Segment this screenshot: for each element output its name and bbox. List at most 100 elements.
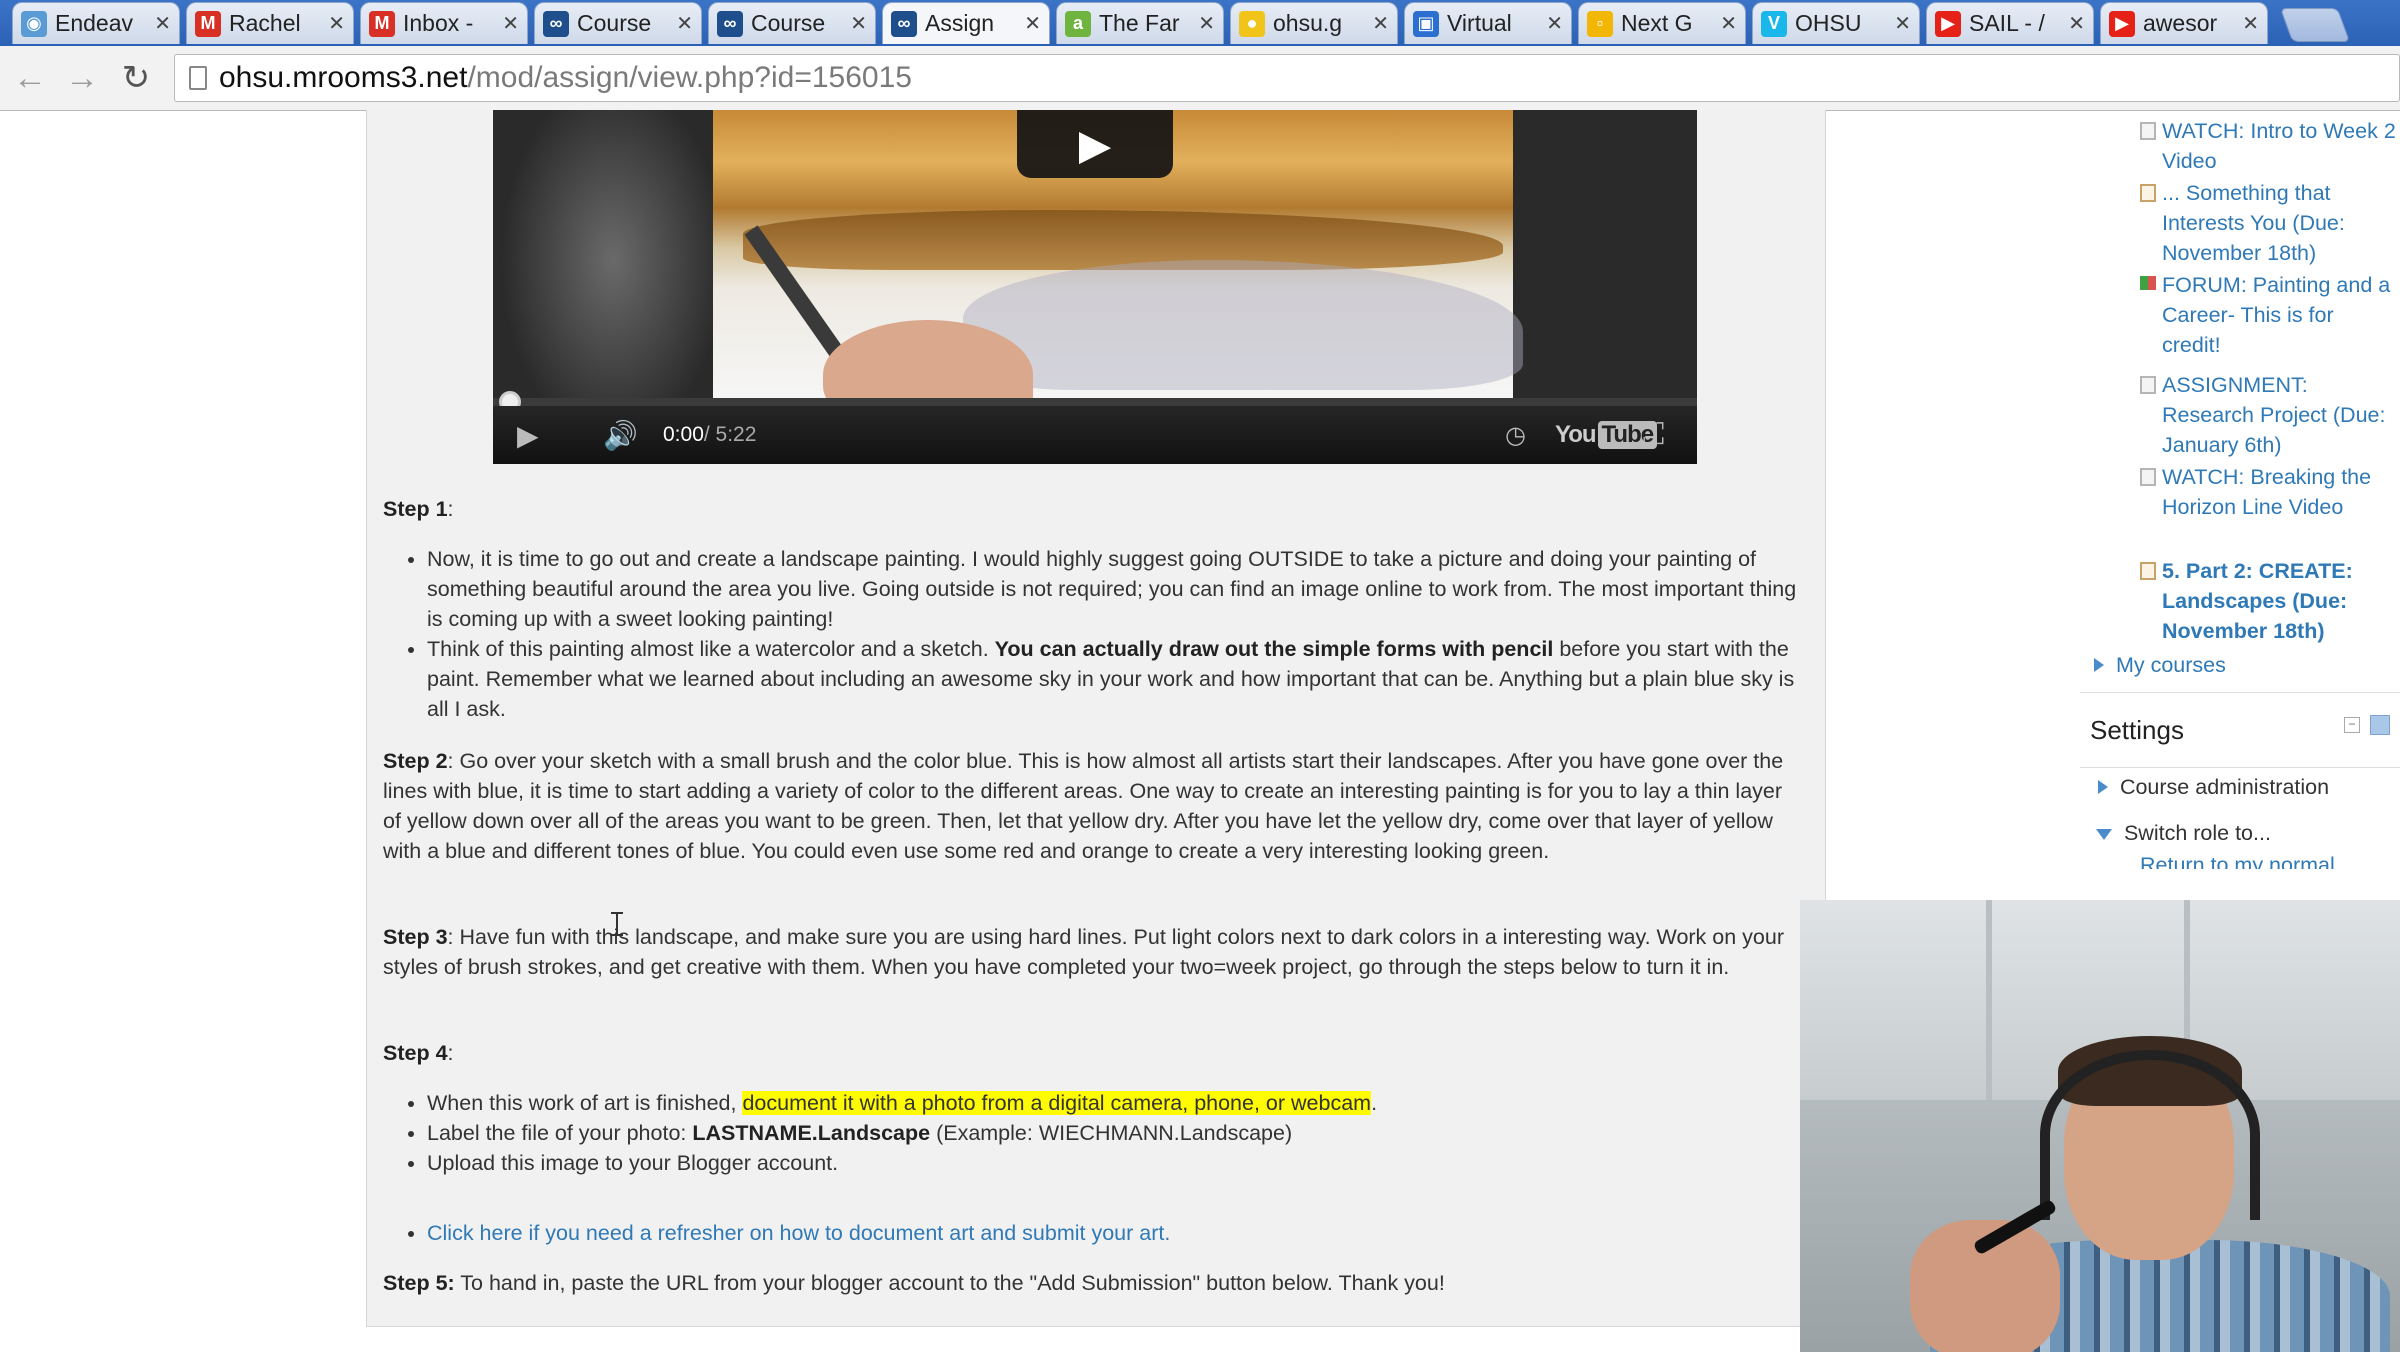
sidebar-item-research-project[interactable]: ASSIGNMENT: Research Project (Due: Janua… (2140, 370, 2398, 460)
video-time-current: 0:00 (663, 423, 704, 446)
dock-icon[interactable] (2370, 715, 2390, 735)
sidebar-item-watch-intro[interactable]: WATCH: Intro to Week 2 Video (2140, 116, 2398, 176)
tab-title: Inbox - (403, 10, 474, 36)
sidebar-item-label: ASSIGNMENT: Research Project (Due: Janua… (2162, 373, 2386, 457)
close-tab-icon[interactable]: ✕ (1198, 11, 1215, 36)
close-tab-icon[interactable]: ✕ (1720, 11, 1737, 36)
step4-list: When this work of art is finished, docum… (383, 1088, 1803, 1178)
tab-12[interactable]: ▶ awesor ✕ (2100, 2, 2268, 44)
step4-link-list: Click here if you need a refresher on ho… (383, 1218, 1803, 1248)
youtube-logo[interactable]: You Tube (1555, 406, 1658, 464)
step1-heading: Step 1: (383, 494, 1803, 524)
tab-title: Course (577, 10, 652, 36)
tab-title: Course (751, 10, 826, 36)
close-tab-icon[interactable]: ✕ (1546, 11, 1563, 36)
close-tab-icon[interactable]: ✕ (676, 11, 693, 36)
step1-label: Step 1 (383, 497, 448, 521)
step4-bullet-2: Label the file of your photo: LASTNAME.L… (427, 1118, 1803, 1148)
close-tab-icon[interactable]: ✕ (2068, 11, 2085, 36)
back-arrow-icon[interactable]: ← (10, 58, 50, 98)
return-to-normal-link[interactable]: Return to my normal (2140, 853, 2335, 869)
tab-7[interactable]: ● ohsu.g ✕ (1230, 2, 1398, 44)
globe-people-icon: ◉ (21, 10, 47, 37)
close-tab-icon[interactable]: ✕ (850, 11, 867, 36)
document-art-link[interactable]: Click here if you need a refresher on ho… (427, 1221, 1170, 1245)
assignment-content: ▶ ▶ 🔊 0:00 / 5:22 ◷ YouTube ⛶ Step 1: No… (366, 110, 1826, 1327)
step4-colon: : (447, 1041, 454, 1065)
url-path: /mod/assign/view.php?id=156015 (467, 61, 912, 94)
assignment-icon (2140, 184, 2156, 202)
close-tab-icon[interactable]: ✕ (1372, 11, 1389, 36)
course-administration-label: Course administration (2119, 775, 2330, 799)
sidebar-item-label: WATCH: Breaking the Horizon Line Video (2162, 465, 2372, 519)
play-icon[interactable]: ▶ (517, 406, 539, 464)
gmail-icon: M (195, 10, 221, 37)
page-icon (2140, 376, 2156, 394)
tab-title: Assign (925, 10, 995, 36)
step1-colon: : (447, 497, 454, 521)
sidebar-item-create-landscapes[interactable]: 5. Part 2: CREATE: Landscapes (Due: Nove… (2140, 556, 2398, 646)
moodlerooms-icon: ∞ (543, 10, 569, 37)
close-tab-icon[interactable]: ✕ (328, 11, 345, 36)
close-tab-icon[interactable]: ✕ (1024, 11, 1041, 36)
tab-5[interactable]: ∞ Assign ✕ (882, 2, 1050, 44)
close-tab-icon[interactable]: ✕ (502, 11, 519, 36)
step4-bullet-3: Upload this image to your Blogger accoun… (427, 1148, 1803, 1178)
step5-label: Step 5: (383, 1271, 455, 1295)
video-player[interactable]: ▶ ▶ 🔊 0:00 / 5:22 ◷ You Tube ⛶ (493, 110, 1697, 464)
video-progress-bar[interactable] (493, 398, 1697, 406)
step1-bullet-1: Now, it is time to go out and create a l… (427, 544, 1803, 634)
tab-11[interactable]: ▶ SAIL - / ✕ (1926, 2, 2094, 44)
sidebar-item-something-interests[interactable]: ... Something that Interests You (Due: N… (2140, 178, 2398, 268)
gmail-icon: M (369, 10, 395, 37)
settings-title: Settings (2090, 715, 2184, 745)
tab-2[interactable]: M Inbox - ✕ (360, 2, 528, 44)
sidebar-item-forum[interactable]: FORUM: Painting and a Career- This is fo… (2140, 270, 2398, 360)
step1-bullet-2: Think of this painting almost like a wat… (427, 634, 1803, 724)
course-administration-item[interactable]: Course administration (2098, 775, 2329, 800)
step3-paragraph: Step 3: Have fun with this landscape, an… (383, 922, 1803, 982)
tab-9[interactable]: ▫ Next G ✕ (1578, 2, 1746, 44)
tab-3[interactable]: ∞ Course ✕ (534, 2, 702, 44)
big-play-icon[interactable]: ▶ (1017, 110, 1173, 178)
step4-bullet-1-end: . (1371, 1091, 1378, 1115)
forward-arrow-icon[interactable]: → (62, 58, 102, 98)
close-tab-icon[interactable]: ✕ (154, 11, 171, 36)
collapse-icon[interactable]: − (2344, 717, 2360, 733)
tab-1[interactable]: M Rachel ✕ (186, 2, 354, 44)
tab-title: Endeav (55, 10, 134, 36)
youtube-icon: ▶ (2109, 10, 2135, 37)
triangle-right-icon (2098, 780, 2108, 794)
tab-8[interactable]: ▣ Virtual ✕ (1404, 2, 1572, 44)
vimeo-icon: V (1761, 10, 1787, 37)
chat-icon: ▣ (1413, 10, 1439, 37)
close-tab-icon[interactable]: ✕ (2242, 11, 2259, 36)
close-tab-icon[interactable]: ✕ (1894, 11, 1911, 36)
sidebar-item-label: ... Something that Interests You (Due: N… (2162, 181, 2345, 265)
switch-role-item[interactable]: Switch role to... (2096, 821, 2271, 846)
tab-title: ohsu.g (1273, 10, 1343, 36)
assignment-icon (2140, 562, 2156, 580)
step4-bullet-1-text: When this work of art is finished, (427, 1091, 743, 1115)
sidebar-item-horizon-video[interactable]: WATCH: Breaking the Horizon Line Video (2140, 462, 2398, 522)
moodlerooms-icon: ∞ (717, 10, 743, 37)
reload-icon[interactable]: ↻ (116, 58, 156, 98)
my-courses-label: My courses (2115, 653, 2226, 677)
address-bar[interactable]: ohsu.mrooms3.net/mod/assign/view.php?id=… (174, 54, 2400, 102)
headset-icon (2040, 1050, 2260, 1220)
tab-0[interactable]: ◉ Endeav ✕ (12, 2, 180, 44)
tab-10[interactable]: V OHSU ✕ (1752, 2, 1920, 44)
fullscreen-icon[interactable]: ⛶ (1643, 406, 1664, 464)
video-time-total: / 5:22 (703, 423, 757, 446)
step4-bullet-2-bold: LASTNAME.Landscape (692, 1121, 931, 1145)
volume-icon[interactable]: 🔊 (603, 406, 638, 464)
lightbulb-icon: ● (1239, 10, 1265, 37)
text-cursor-icon (611, 912, 623, 936)
my-courses-link[interactable]: My courses (2094, 650, 2394, 680)
watch-later-icon[interactable]: ◷ (1505, 406, 1526, 464)
step1-bullet-2-text: Think of this painting almost like a wat… (427, 637, 995, 661)
tab-4[interactable]: ∞ Course ✕ (708, 2, 876, 44)
tab-title: Rachel (229, 10, 301, 36)
tab-6[interactable]: a The Far ✕ (1056, 2, 1224, 44)
new-tab-button[interactable] (2279, 8, 2351, 42)
